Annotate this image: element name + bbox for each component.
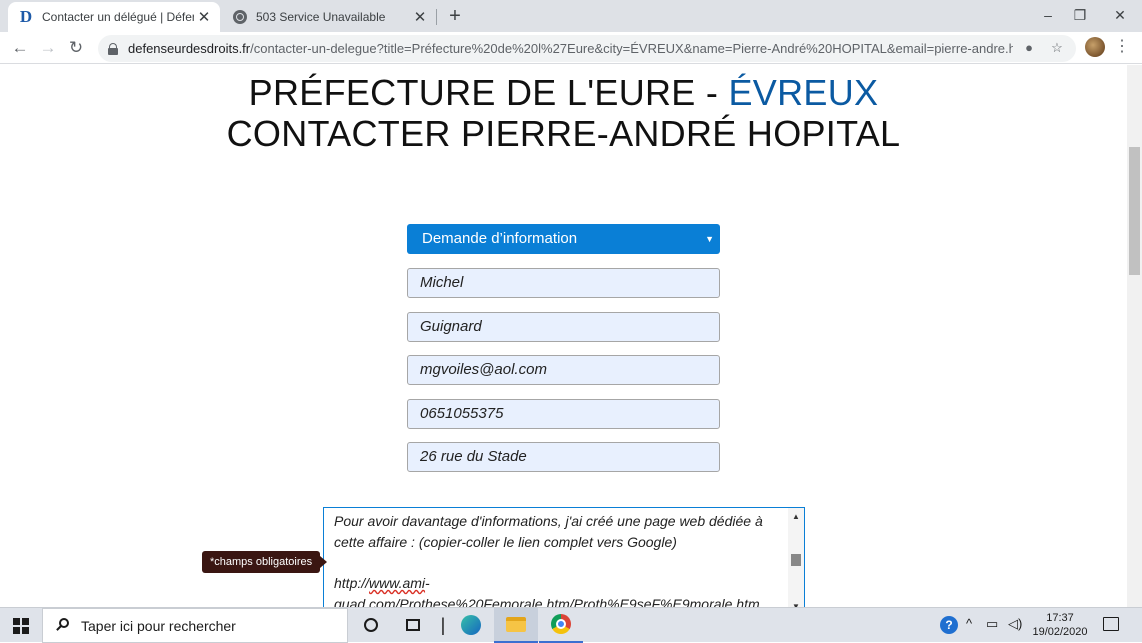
tab-contacter-delegue[interactable]: D Contacter un délégué | Défenseur ✕ — [8, 2, 220, 32]
chevron-up-icon[interactable]: ^ — [966, 616, 972, 631]
tab-503[interactable]: 503 Service Unavailable ✕ — [222, 2, 436, 32]
textarea-scroll-thumb[interactable] — [791, 554, 801, 566]
page-scroll-thumb[interactable] — [1129, 147, 1140, 275]
chrome-icon — [551, 614, 571, 634]
page-scrollbar[interactable] — [1127, 65, 1142, 607]
help-tray-icon[interactable]: ? — [940, 616, 958, 634]
message-textarea[interactable]: Pour avoir davantage d'informations, j'a… — [323, 507, 805, 607]
chrome-taskbar-item[interactable] — [539, 608, 583, 643]
forward-button[interactable]: → — [36, 36, 60, 60]
windows-taskbar: Taper ici pour rechercher | ? ^ ▭ ◁) 17:… — [0, 607, 1142, 643]
windows-start-icon[interactable] — [13, 618, 29, 634]
tab-separator — [436, 9, 437, 25]
url-text[interactable]: defenseurdesdroits.fr/contacter-un-deleg… — [128, 41, 1013, 56]
search-icon — [55, 617, 71, 634]
browser-tab-strip: D Contacter un délégué | Défenseur ✕ 503… — [0, 0, 1142, 32]
url-path: /contacter-un-delegue?title=Préfecture%2… — [250, 41, 1013, 56]
subject-selected-value: Demande d’information — [422, 230, 578, 247]
browser-menu-icon[interactable]: ⋮ — [1114, 37, 1130, 57]
message-line: Pour avoir davantage d'informations, j'a… — [334, 513, 763, 529]
textarea-scrollbar[interactable]: ▲ ▼ — [788, 508, 804, 607]
page-subtitle: CONTACTER PIERRE-ANDRÉ HOPITAL — [226, 113, 901, 154]
url-host: defenseurdesdroits.fr — [128, 41, 251, 56]
last-name-field[interactable]: Guignard — [407, 312, 720, 342]
search-placeholder: Taper ici pour rechercher — [81, 617, 236, 634]
address-bar[interactable]: defenseurdesdroits.fr/contacter-un-deleg… — [98, 35, 1076, 62]
lock-icon — [108, 42, 118, 55]
tab-title: Contacter un délégué | Défenseur — [42, 10, 194, 24]
new-tab-button[interactable]: + — [444, 3, 466, 29]
phone-field[interactable]: 0651055375 — [407, 399, 720, 429]
globe-favicon-icon — [232, 9, 248, 25]
edge-browser-icon[interactable] — [458, 612, 484, 638]
pen-workspace-icon[interactable]: | — [430, 612, 456, 638]
taskbar-clock[interactable]: 17:37 19/02/2020 — [1028, 611, 1092, 639]
browser-toolbar: ← → ↻ defenseurdesdroits.fr/contacter-un… — [0, 32, 1142, 64]
clock-date: 19/02/2020 — [1032, 626, 1088, 638]
message-line: quad.com/Prothese%20Femorale.htm/Proth%E… — [334, 596, 760, 607]
subject-select[interactable]: Demande d’information ▼ — [407, 224, 720, 254]
file-explorer-taskbar-item[interactable] — [494, 608, 538, 643]
cortana-icon[interactable] — [358, 612, 384, 638]
chevron-down-icon: ▼ — [705, 234, 714, 244]
message-line: http://www.ami- — [334, 575, 430, 591]
tab-close-icon[interactable]: ✕ — [194, 8, 214, 26]
task-view-icon[interactable] — [400, 612, 426, 638]
address-field[interactable]: 26 rue du Stade — [407, 442, 720, 472]
volume-icon[interactable]: ◁) — [1008, 616, 1022, 632]
title-prefix: PRÉFECTURE DE L'EURE - — [248, 72, 729, 113]
clock-time: 17:37 — [1046, 612, 1074, 624]
required-fields-tooltip: *champs obligatoires — [202, 551, 328, 573]
profile-avatar[interactable] — [1085, 37, 1105, 57]
city-name: ÉVREUX — [728, 72, 879, 113]
page-title: PRÉFECTURE DE L'EURE - ÉVREUX — [0, 72, 1127, 114]
reload-button[interactable]: ↻ — [64, 36, 88, 60]
back-button[interactable]: ← — [8, 36, 32, 60]
scroll-up-icon[interactable]: ▲ — [788, 510, 804, 524]
misspelled-word: www.ami — [369, 575, 426, 591]
bookmark-star-icon[interactable]: ☆ — [1048, 39, 1066, 57]
tab-close-icon[interactable]: ✕ — [410, 8, 430, 26]
notification-center-icon[interactable] — [1103, 617, 1119, 631]
cookie-blocked-icon[interactable]: ● — [1020, 39, 1038, 57]
scroll-down-icon[interactable]: ▼ — [788, 600, 804, 607]
minimize-button[interactable]: – — [1030, 0, 1066, 30]
maximize-button[interactable]: ❐ — [1062, 0, 1098, 30]
message-line: cette affaire : (copier-coller le lien c… — [334, 534, 677, 550]
first-name-field[interactable]: Michel — [407, 268, 720, 298]
email-field[interactable]: mgvoiles@aol.com — [407, 355, 720, 385]
page-viewport: PRÉFECTURE DE L'EURE - ÉVREUX CONTACTER … — [0, 65, 1127, 607]
network-icon[interactable]: ▭ — [986, 616, 998, 632]
file-explorer-icon — [506, 617, 526, 632]
taskbar-search-box[interactable]: Taper ici pour rechercher — [42, 608, 348, 643]
tab-title: 503 Service Unavailable — [256, 10, 386, 24]
close-window-button[interactable]: ✕ — [1102, 0, 1138, 30]
defenseur-favicon-icon: D — [19, 7, 33, 26]
